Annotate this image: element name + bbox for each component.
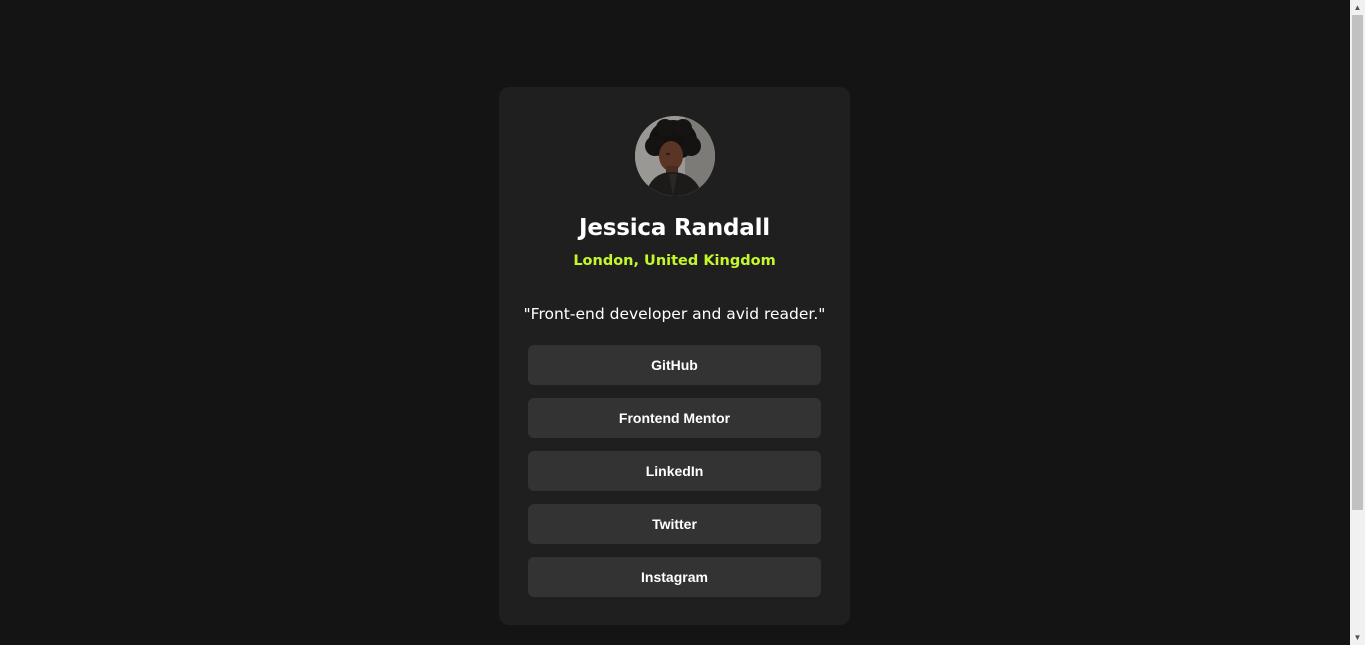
profile-location: London, United Kingdom: [573, 253, 776, 269]
profile-card: Jessica Randall London, United Kingdom "…: [499, 87, 850, 625]
vertical-scrollbar[interactable]: ▲ ▼: [1350, 0, 1365, 645]
linkedin-link-button[interactable]: LinkedIn: [528, 451, 821, 491]
chevron-up-icon[interactable]: ▲: [1350, 0, 1365, 15]
chevron-down-icon[interactable]: ▼: [1350, 630, 1365, 645]
instagram-link-button[interactable]: Instagram: [528, 557, 821, 597]
frontend-mentor-link-button[interactable]: Frontend Mentor: [528, 398, 821, 438]
social-links: GitHub Frontend Mentor LinkedIn Twitter …: [528, 345, 821, 610]
avatar-photo: [635, 116, 715, 196]
avatar: [635, 116, 715, 196]
profile-bio: "Front-end developer and avid reader.": [523, 305, 826, 323]
scrollbar-thumb[interactable]: [1352, 15, 1363, 510]
twitter-link-button[interactable]: Twitter: [528, 504, 821, 544]
profile-name: Jessica Randall: [579, 215, 770, 241]
page-background: Jessica Randall London, United Kingdom "…: [0, 0, 1350, 645]
github-link-button[interactable]: GitHub: [528, 345, 821, 385]
